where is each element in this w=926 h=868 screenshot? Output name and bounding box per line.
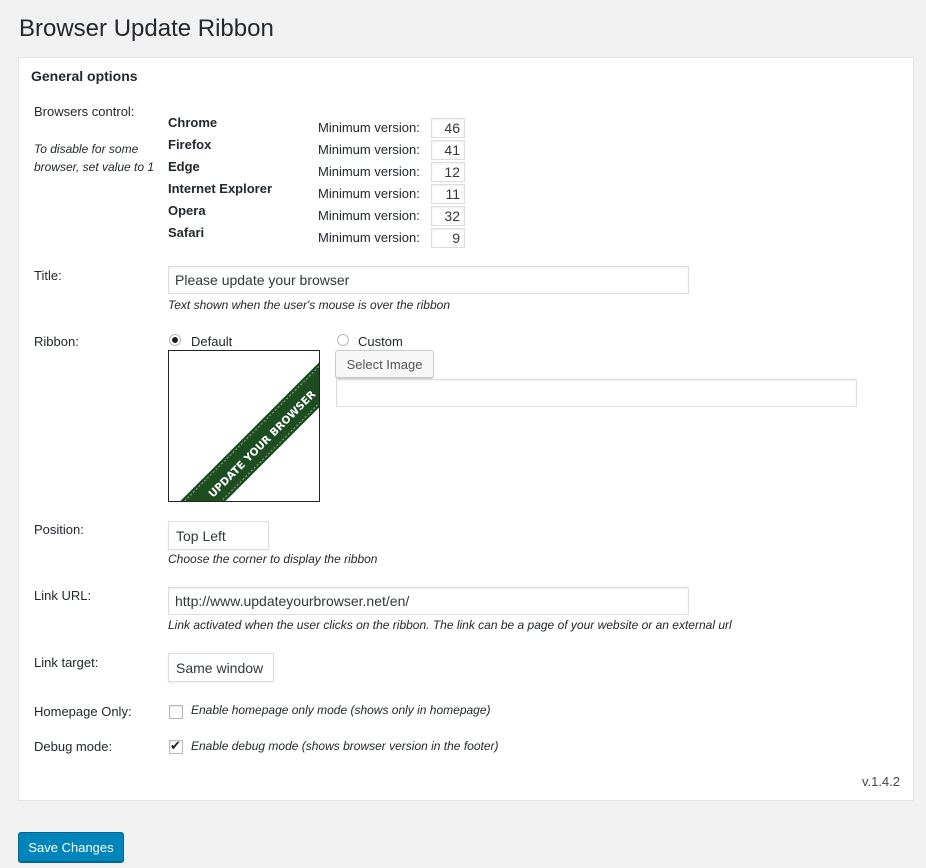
edge-version-input[interactable]: 12 <box>431 162 465 182</box>
link-target-select[interactable]: Same window <box>168 653 274 682</box>
browser-name: Opera <box>168 203 206 218</box>
link-url-label: Link URL: <box>34 588 92 603</box>
debug-mode-label: Debug mode: <box>34 739 113 754</box>
internet-explorer-version-input[interactable]: 11 <box>431 184 465 204</box>
position-select[interactable]: Top Left <box>168 521 269 550</box>
min-version-label: Minimum version: <box>318 120 420 135</box>
min-version-label: Minimum version: <box>318 230 420 245</box>
title-input[interactable]: Please update your browser <box>168 266 689 294</box>
title-description: Text shown when the user's mouse is over… <box>168 298 450 312</box>
ribbon-text: UPDATE YOUR BROWSER <box>207 389 319 501</box>
min-version-label: Minimum version: <box>318 142 420 157</box>
browser-row-opera: Opera Minimum version: 32 <box>168 203 468 228</box>
min-version-label: Minimum version: <box>318 186 420 201</box>
ribbon-custom-radio[interactable] <box>337 334 349 346</box>
default-ribbon-preview: UPDATE YOUR BROWSER <box>168 350 320 502</box>
browser-name: Safari <box>168 225 205 240</box>
ribbon-default-label: Default <box>191 334 233 349</box>
debug-mode-checkbox[interactable]: ✔ <box>169 738 183 754</box>
browsers-control-note: To disable for some browser, set value t… <box>34 142 155 174</box>
firefox-version-input[interactable]: 41 <box>431 140 465 160</box>
position-description: Choose the corner to display the ribbon <box>168 552 378 566</box>
ribbon-custom-label: Custom <box>358 334 403 349</box>
debug-mode-checkbox-label: Enable debug mode (shows browser version… <box>191 739 499 753</box>
safari-version-input[interactable]: 9 <box>431 228 465 248</box>
page-title: Browser Update Ribbon <box>19 15 274 42</box>
ribbon-image: UPDATE YOUR BROWSER <box>169 351 319 501</box>
save-changes-button[interactable]: Save Changes <box>18 832 124 862</box>
browser-name: Firefox <box>168 137 212 152</box>
homepage-only-label: Homepage Only: <box>34 704 132 719</box>
ribbon-default-radio[interactable] <box>169 334 181 346</box>
custom-image-url-input[interactable] <box>336 379 857 407</box>
homepage-only-checkbox-label: Enable homepage only mode (shows only in… <box>191 703 491 717</box>
checkmark-icon: ✔ <box>170 738 181 753</box>
link-url-description: Link activated when the user clicks on t… <box>168 618 732 632</box>
ribbon-label: Ribbon: <box>34 334 79 349</box>
browser-row-internet-explorer: Internet Explorer Minimum version: 11 <box>168 181 468 206</box>
browser-name: Chrome <box>168 115 218 130</box>
browsers-control-label: Browsers control: <box>34 104 135 119</box>
browser-row-chrome: Chrome Minimum version: 46 <box>168 115 468 140</box>
chrome-version-input[interactable]: 46 <box>431 118 465 138</box>
link-target-label: Link target: <box>34 655 99 670</box>
select-image-button[interactable]: Select Image <box>335 350 434 378</box>
plugin-version: v.1.4.2 <box>861 774 900 789</box>
section-title: General options <box>31 68 138 84</box>
min-version-label: Minimum version: <box>318 164 420 179</box>
title-label: Title: <box>34 268 62 283</box>
homepage-only-checkbox[interactable] <box>169 705 183 719</box>
browser-row-firefox: Firefox Minimum version: 41 <box>168 137 468 162</box>
browser-name: Edge <box>168 159 200 174</box>
position-label: Position: <box>34 522 84 537</box>
browser-row-safari: Safari Minimum version: 9 <box>168 225 468 250</box>
browser-name: Internet Explorer <box>168 181 273 196</box>
link-url-input[interactable]: http://www.updateyourbrowser.net/en/ <box>168 587 689 615</box>
min-version-label: Minimum version: <box>318 208 420 223</box>
opera-version-input[interactable]: 32 <box>431 206 465 226</box>
general-options-panel: General options Browsers control: To dis… <box>18 57 914 801</box>
